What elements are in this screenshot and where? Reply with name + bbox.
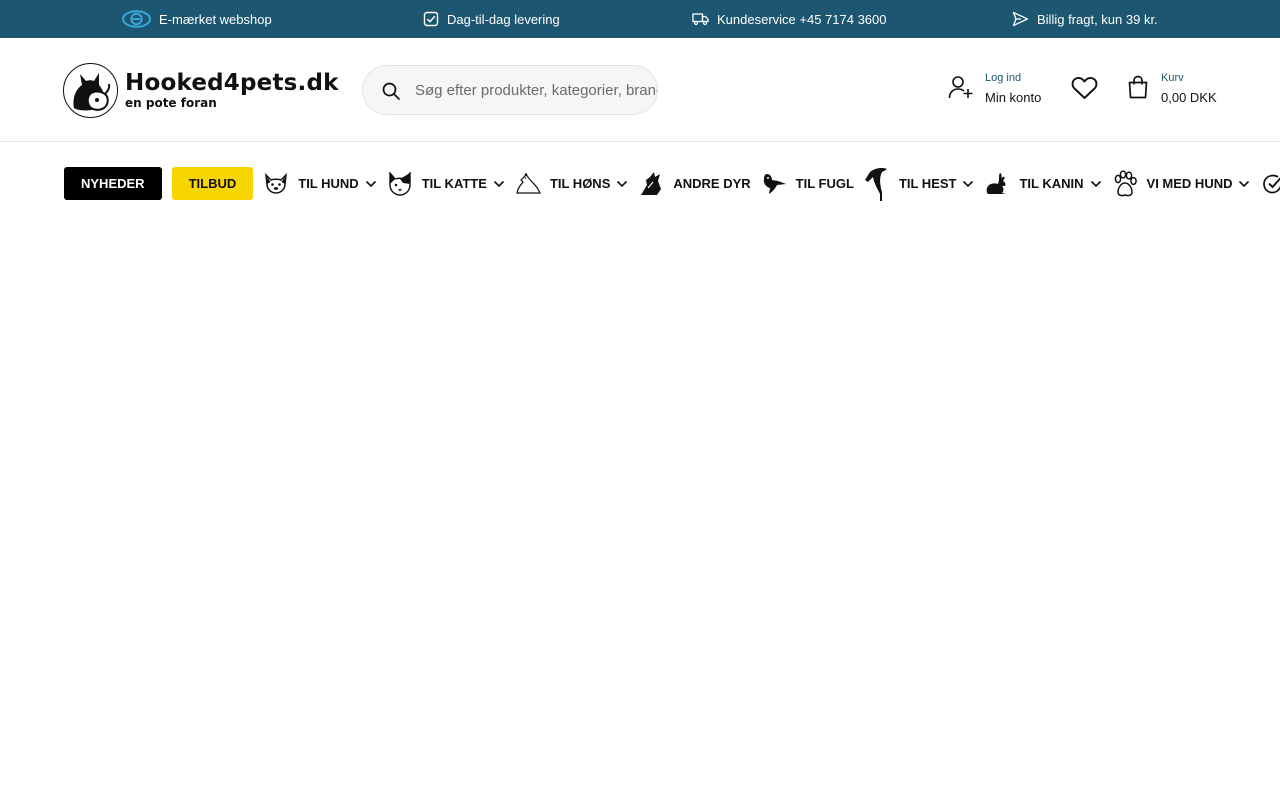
logo-emblem xyxy=(63,62,118,118)
logo-tagline: en pote foran xyxy=(125,95,217,110)
nav-label: TIL FUGL xyxy=(795,176,854,191)
nav-tilbud[interactable]: TILBUD xyxy=(171,167,254,200)
nav-til-hons[interactable]: TIL HØNS xyxy=(515,171,628,197)
nav-andre-dyr[interactable]: ANDRE DYR xyxy=(638,171,751,197)
nav-til-katte[interactable]: TIL KATTE xyxy=(387,171,505,197)
nav-til-fugl[interactable]: TIL FUGL xyxy=(761,171,854,197)
main-navigation: NYHEDER TILBUD TIL HUND TIL KATTE TIL HØ… xyxy=(0,142,1280,224)
nav-til-hest[interactable]: TIL HEST xyxy=(864,167,975,201)
usp-shipping[interactable]: Billig fragt, kun 39 kr. xyxy=(1012,0,1158,38)
usp-delivery[interactable]: Dag-til-dag levering xyxy=(423,0,560,38)
shopping-bag-icon xyxy=(1127,75,1149,104)
nav-label: ANDRE DYR xyxy=(673,176,751,191)
search-bar xyxy=(362,65,658,115)
nav-label: TIL HØNS xyxy=(549,176,611,191)
heart-icon xyxy=(1071,77,1098,104)
chevron-down-icon xyxy=(1238,180,1250,188)
chevron-down-icon xyxy=(616,180,628,188)
site-header: Hooked4pets.dk en pote foran Log ind Min… xyxy=(0,38,1280,142)
truck-icon xyxy=(692,12,709,26)
search-icon[interactable] xyxy=(381,81,401,106)
usp-label: Kundeservice +45 7174 3600 xyxy=(717,11,887,27)
cat-icon xyxy=(387,171,413,197)
nav-label: TIL KANIN xyxy=(1019,176,1084,191)
cart-label: Kurv xyxy=(1161,72,1184,84)
cart-link[interactable]: Kurv 0,00 DKK xyxy=(1127,64,1217,114)
chevron-down-icon xyxy=(365,180,377,188)
account-link[interactable]: Log ind Min konto xyxy=(948,64,1041,114)
horse-icon xyxy=(864,167,890,201)
usp-e-maerket[interactable]: E-mærket webshop xyxy=(122,0,272,38)
search-input[interactable] xyxy=(415,66,657,114)
send-icon xyxy=(1012,11,1029,27)
chevron-down-icon xyxy=(493,180,505,188)
account-label: Min konto xyxy=(985,89,1042,105)
rabbit-icon xyxy=(984,171,1010,197)
wishlist-button[interactable] xyxy=(1071,76,1098,105)
nav-til-kanin[interactable]: TIL KANIN xyxy=(984,171,1101,197)
nav-label: VI MED HUND xyxy=(1146,176,1233,191)
usp-label: E-mærket webshop xyxy=(159,11,272,27)
check-square-icon xyxy=(423,11,439,27)
nav-more[interactable]: M xyxy=(1260,171,1280,197)
nav-vi-med-hund[interactable]: VI MED HUND xyxy=(1112,169,1251,197)
user-add-icon xyxy=(948,74,974,105)
e-mark-icon xyxy=(122,10,151,28)
nav-label: TIL HUND xyxy=(298,176,359,191)
nav-nyheder[interactable]: NYHEDER xyxy=(64,167,162,200)
paw-icon xyxy=(1112,169,1138,197)
chevron-down-icon xyxy=(962,180,974,188)
chevron-down-icon xyxy=(1090,180,1102,188)
usp-label: Billig fragt, kun 39 kr. xyxy=(1037,11,1158,27)
nav-label: TIL KATTE xyxy=(421,176,487,191)
check-circle-icon xyxy=(1260,171,1280,197)
site-logo[interactable]: Hooked4pets.dk en pote foran xyxy=(63,62,339,118)
usp-customer-service[interactable]: Kundeservice +45 7174 3600 xyxy=(692,0,887,38)
usp-label: Dag-til-dag levering xyxy=(447,11,560,27)
logo-title: Hooked4pets.dk xyxy=(125,69,339,96)
animal-icon xyxy=(638,171,664,197)
dog-icon xyxy=(263,171,289,197)
top-info-bar: E-mærket webshop Dag-til-dag levering Ku… xyxy=(0,0,1280,38)
nav-til-hund[interactable]: TIL HUND xyxy=(263,171,376,197)
bird-icon xyxy=(761,171,787,197)
login-label: Log ind xyxy=(985,72,1022,84)
chicken-icon xyxy=(515,171,541,197)
cart-total: 0,00 DKK xyxy=(1161,89,1217,105)
nav-label: TIL HEST xyxy=(898,176,957,191)
